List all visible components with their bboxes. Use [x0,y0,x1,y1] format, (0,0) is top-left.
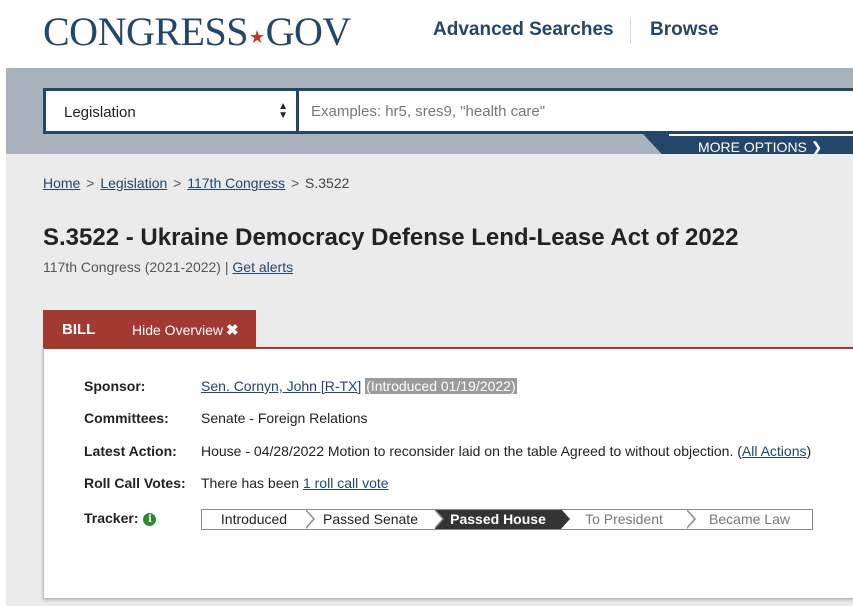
tracker-step-label: To President [585,511,663,527]
breadcrumb-legislation[interactable]: Legislation [100,175,167,191]
roll-call-text: There has been [201,475,303,491]
search-scope-value: Legislation [64,104,136,121]
more-options-divider [669,134,853,136]
committees-value: Senate - Foreign Relations [201,410,368,426]
tracker-step-label: Introduced [220,511,288,527]
site-header: CONGRESS★GOV Advanced Searches Browse [0,0,853,68]
logo-tld-text: GOV [265,9,352,54]
breadcrumb: Home > Legislation > 117th Congress > S.… [43,175,349,191]
tracker-chevron-icon [305,509,315,529]
breadcrumb-separator: > [290,175,300,191]
nav-browse[interactable]: Browse [650,19,719,41]
search-scope-select[interactable]: Legislation ▲ ▼ [43,88,299,134]
roll-call-value: There has been 1 roll call vote [201,475,389,491]
tracker-step-label: Passed House [450,511,546,527]
breadcrumb-congress[interactable]: 117th Congress [187,175,285,191]
breadcrumb-separator: > [173,175,182,191]
sponsor-value: Sen. Cornyn, John [R-TX] (Introduced 01/… [201,378,517,394]
tracker-step-label: Passed Senate [323,511,418,527]
tracker-chevron-icon [561,509,570,529]
sponsor-label: Sponsor: [84,378,146,394]
sponsor-introduced-date: (Introduced 01/19/2022) [365,378,517,394]
tracker-chevron-icon [434,509,444,529]
tracker-label: Tracker: i [84,510,157,526]
tracker-label-text: Tracker: [84,510,139,526]
overview-panel: Sponsor: Sen. Cornyn, John [R-TX] (Intro… [43,347,853,599]
nav-advanced-searches[interactable]: Advanced Searches [433,19,614,41]
breadcrumb-current: S.3522 [305,175,350,191]
tracker-step-introduced: Introduced [202,509,315,529]
congress-gov-logo[interactable]: CONGRESS★GOV [43,10,351,61]
bill-tab-label: BILL [62,321,96,338]
tracker-step-label: Became Law [709,511,790,527]
latest-action-label: Latest Action: [84,443,177,459]
committees-label: Committees: [84,410,169,426]
congress-session-text: 117th Congress (2021-2022) | [43,259,233,275]
bill-tab: BILL Hide Overview ✖ [43,310,256,350]
info-icon[interactable]: i [143,513,157,526]
latest-action-close: ) [806,443,812,459]
tracker-step-passed-senate: Passed Senate [306,509,444,529]
nav-divider [630,18,631,44]
tracker-chevron-icon [686,509,696,529]
page-title: S.3522 - Ukraine Democracy Defense Lend-… [43,224,739,251]
bill-tracker: Introduced Passed Senate Passed House To… [201,509,813,530]
congress-session: 117th Congress (2021-2022) | Get alerts [43,259,293,275]
hide-overview-label: Hide Overview [132,322,224,338]
tracker-step-to-president: To President [561,509,696,529]
breadcrumb-home[interactable]: Home [43,175,80,191]
search-input[interactable] [299,88,853,134]
latest-action-text: House - 04/28/2022 Motion to reconsider … [201,443,742,459]
sponsor-link[interactable]: Sen. Cornyn, John [R-TX] [201,378,361,394]
hide-overview-button[interactable]: Hide Overview ✖ [132,321,239,339]
tracker-step-passed-house: Passed House [435,509,570,529]
star-icon: ★ [248,27,265,47]
latest-action-value: House - 04/28/2022 Motion to reconsider … [201,443,811,459]
tracker-step-became-law: Became Law [687,510,812,529]
roll-call-label: Roll Call Votes: [84,475,186,491]
select-arrows-icon: ▲ ▼ [278,101,288,121]
roll-call-link[interactable]: 1 roll call vote [303,475,389,491]
logo-main-text: CONGRESS [43,9,248,54]
get-alerts-link[interactable]: Get alerts [232,259,293,275]
close-icon: ✖ [226,322,239,339]
all-actions-link[interactable]: All Actions [742,443,807,459]
breadcrumb-separator: > [86,175,95,191]
